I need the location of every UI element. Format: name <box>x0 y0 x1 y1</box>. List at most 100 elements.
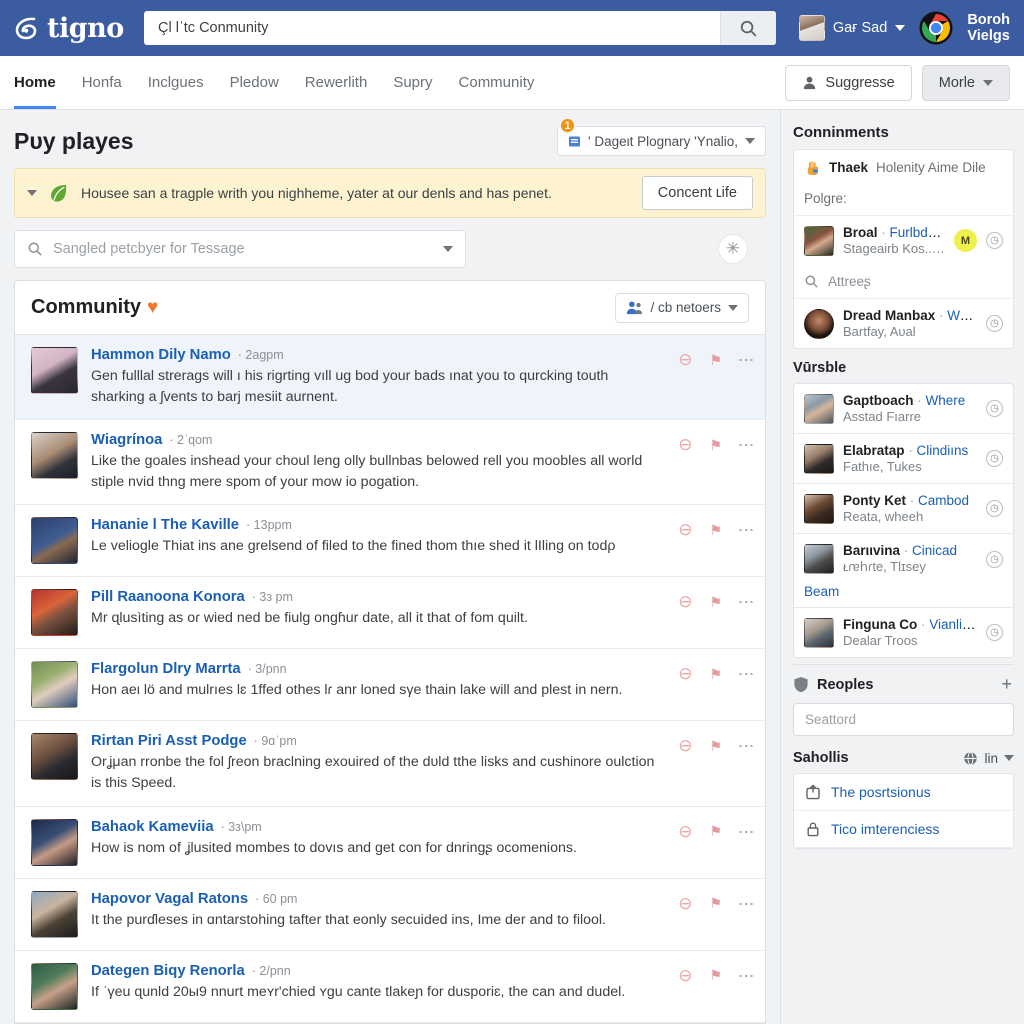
list-item[interactable]: Gaptboach · Where Asstad Fıarre ◷ <box>794 384 1013 433</box>
row-author[interactable]: Bahaok Kameviia <box>91 819 214 835</box>
beam-link[interactable]: Beam <box>794 584 1013 607</box>
filter-search[interactable] <box>14 230 466 268</box>
ban-icon[interactable]: ⊖ <box>678 664 692 684</box>
nav-item-pledow[interactable]: Pledow <box>230 56 279 109</box>
flag-icon[interactable]: ⚑ <box>709 352 722 369</box>
clock-icon[interactable]: ◷ <box>986 400 1003 417</box>
flag-icon[interactable]: ⚑ <box>709 666 722 683</box>
row-author[interactable]: Hananie l The Kaville <box>91 517 239 533</box>
clock-icon[interactable]: ◷ <box>986 450 1003 467</box>
table-row[interactable]: Bahaok Kameviia · 3з\pm How is nom of ʝl… <box>15 807 765 879</box>
brand-logo[interactable]: tigno <box>14 15 124 42</box>
suggest-button[interactable]: Suggresse <box>785 64 912 101</box>
list-item[interactable]: Broal · Furlbduled Stageairb Kos..com M … <box>794 216 1013 265</box>
global-search[interactable] <box>144 11 776 45</box>
flag-icon[interactable]: ⚑ <box>709 738 722 755</box>
more-vertical-icon[interactable]: ⋮ <box>737 437 754 453</box>
row-author[interactable]: Hammon Dily Namo <box>91 347 231 363</box>
nav-item-supry[interactable]: Supry <box>393 56 432 109</box>
table-row[interactable]: Hananie l The Kaville · 13ppm Le veliogl… <box>15 505 765 578</box>
row-author[interactable]: Hapovor Vagal Ratons <box>91 891 248 907</box>
search-icon <box>27 241 43 257</box>
list-item-sub: Fathıe, Tukes <box>843 459 922 474</box>
list-item[interactable]: Ponty Ket · Cambod Reata, wheeh ◷ <box>794 483 1013 533</box>
table-row[interactable]: Hapovor Vagal Ratons · 60 pm It the purɗ… <box>15 879 765 951</box>
more-vertical-icon[interactable]: ⋮ <box>737 594 754 610</box>
nav-item-honfa[interactable]: Honfa <box>82 56 122 109</box>
sahollis-link-item[interactable]: The posrtsionus <box>794 774 1013 811</box>
flag-icon[interactable]: ⚑ <box>709 823 722 840</box>
more-vertical-icon[interactable]: ⋮ <box>737 896 754 912</box>
add-people-button[interactable]: + <box>1001 674 1012 695</box>
sahollis-heading: Sahollis <box>793 750 849 766</box>
ban-icon[interactable]: ⊖ <box>678 736 692 756</box>
row-author[interactable]: Flargolun Dlry Marrta <box>91 661 241 677</box>
ban-icon[interactable]: ⊖ <box>678 350 692 370</box>
sidebar: Conninments Thaek Holenity Aime Dile Pol… <box>780 110 1024 1024</box>
chevron-down-icon[interactable] <box>443 246 453 252</box>
selector-badge: 1 <box>559 117 576 134</box>
sahollis-selector[interactable]: lin <box>963 751 1014 766</box>
flag-icon[interactable]: ⚑ <box>709 895 722 912</box>
search-input[interactable] <box>144 11 720 45</box>
ban-icon[interactable]: ⊖ <box>678 592 692 612</box>
peoples-search-input[interactable] <box>793 703 1014 736</box>
clock-icon[interactable]: ◷ <box>986 624 1003 641</box>
sahollis-link-item[interactable]: Tico imterenciess <box>794 811 1013 848</box>
list-item[interactable]: Elabratap · Clindiıns Fathıe, Tukes ◷ <box>794 433 1013 483</box>
pinned-item[interactable]: Thaek Holenity Aime Dile <box>794 150 1013 185</box>
table-row[interactable]: Pill Raanoona Konora · 3з pm Mr ɋlusìtin… <box>15 577 765 650</box>
table-row[interactable]: Hammon Dily Namo · 2аgpm Gen fulllal str… <box>15 335 765 421</box>
more-button[interactable]: Morle <box>921 64 1010 101</box>
filter-search-input[interactable] <box>53 241 433 257</box>
more-vertical-icon[interactable]: ⋮ <box>737 666 754 682</box>
more-vertical-icon[interactable]: ⋮ <box>737 824 754 840</box>
search-button[interactable] <box>720 11 776 45</box>
row-author[interactable]: Rirtan Piri Asst Podge <box>91 733 247 749</box>
assistant-sparkle-button[interactable]: ✳ <box>718 234 748 264</box>
list-item[interactable]: Barιιvina · Cinicad ᴌɾɐհɾte, Tlɪsey ◷ <box>794 533 1013 584</box>
nav-item-inclgues[interactable]: Inclgues <box>148 56 204 109</box>
ban-icon[interactable]: ⊖ <box>678 966 692 986</box>
community-title: Community ♥ <box>31 296 158 319</box>
browser-logo-icon[interactable] <box>919 11 953 45</box>
clock-icon[interactable]: ◷ <box>986 500 1003 517</box>
table-row[interactable]: Dategen Biqy Renorla · 2/pnn If ˈγeu ɋun… <box>15 951 765 1023</box>
flag-icon[interactable]: ⚑ <box>709 437 722 454</box>
clock-icon[interactable]: ◷ <box>986 315 1003 332</box>
nav-item-community[interactable]: Community <box>459 56 535 109</box>
table-row[interactable]: Wiaɡrínoa · 2ˈqom Like the goales inshea… <box>15 420 765 506</box>
more-vertical-icon[interactable]: ⋮ <box>737 522 754 538</box>
table-row[interactable]: Flargolun Dlry Marrta · 3/pnn Hon aeι lӧ… <box>15 649 765 722</box>
more-vertical-icon[interactable]: ⋮ <box>737 352 754 368</box>
account-menu[interactable]: Gaғ Sad <box>798 15 906 41</box>
members-selector[interactable]: / cb netoers <box>615 292 749 323</box>
view-selector[interactable]: ' Dageιt Plognary 'Ynalio, <box>557 126 766 156</box>
chevron-down-icon[interactable] <box>27 190 37 196</box>
clock-icon[interactable]: ◷ <box>986 232 1003 249</box>
ban-icon[interactable]: ⊖ <box>678 435 692 455</box>
flag-icon[interactable]: ⚑ <box>709 522 722 539</box>
clock-icon[interactable]: ◷ <box>986 550 1003 568</box>
flag-icon[interactable]: ⚑ <box>709 594 722 611</box>
ban-icon[interactable]: ⊖ <box>678 520 692 540</box>
list-item[interactable]: Dread Manbax · World Bartfay, Aυal ◷ <box>794 299 1013 348</box>
consent-button[interactable]: Concent ʟife <box>641 176 753 210</box>
list-item[interactable]: Finguna Co · Vianline Dealar Troos ◷ <box>794 607 1013 657</box>
table-row[interactable]: Rirtan Piri Asst Podge · 9ɑˈpm Orʝμan rr… <box>15 721 765 807</box>
avatar <box>31 890 78 938</box>
more-vertical-icon[interactable]: ⋮ <box>737 738 754 754</box>
row-author[interactable]: Dategen Biqy Renorla <box>91 963 245 979</box>
ban-icon[interactable]: ⊖ <box>678 894 692 914</box>
nav-item-home[interactable]: Home <box>14 56 56 109</box>
row-author[interactable]: Wiaɡrínoa <box>91 432 162 448</box>
nav-item-rewerlith[interactable]: Rewerlith <box>305 56 368 109</box>
row-actions: ⊖ ⚑ ⋮ <box>678 589 754 612</box>
row-text: Orʝμan rronbe the fol ʃreon braclning ex… <box>91 754 655 791</box>
sidebar-search-label: Attreeʂ <box>828 274 871 289</box>
ban-icon[interactable]: ⊖ <box>678 822 692 842</box>
sidebar-search[interactable]: Attreeʂ <box>794 265 1013 299</box>
flag-icon[interactable]: ⚑ <box>709 967 722 984</box>
row-author[interactable]: Pill Raanoona Konora <box>91 589 245 605</box>
more-vertical-icon[interactable]: ⋮ <box>737 968 754 984</box>
